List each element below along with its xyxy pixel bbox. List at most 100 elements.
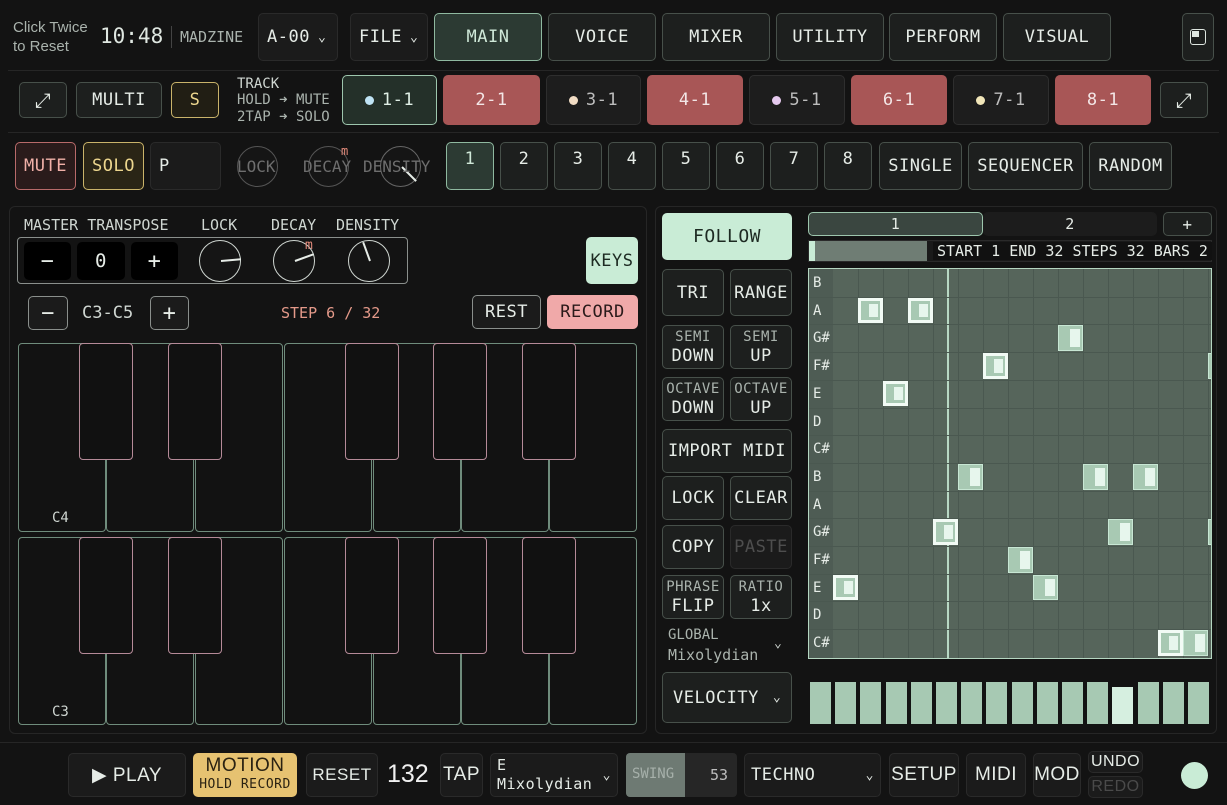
copy-button[interactable]: COPY <box>662 525 724 569</box>
lock-button[interactable]: LOCK <box>662 476 724 520</box>
sequencer-note[interactable] <box>833 574 858 601</box>
black-key[interactable] <box>345 343 399 460</box>
velocity-bar[interactable] <box>1137 682 1159 724</box>
sequencer-button[interactable]: SEQUENCER <box>968 142 1083 190</box>
sequencer-note[interactable] <box>1108 519 1133 545</box>
pattern-field[interactable]: P <box>150 142 221 190</box>
keys-button[interactable]: KEYS <box>586 237 638 284</box>
step-4-button[interactable]: 4 <box>608 142 656 190</box>
expand-left-button[interactable]: ⤢ <box>19 82 67 118</box>
redo-button[interactable]: REDO <box>1088 776 1143 798</box>
octave-down-button[interactable]: OCTAVE DOWN <box>662 377 724 421</box>
track-8-1[interactable]: 8-1 <box>1055 75 1151 125</box>
play-button[interactable]: ▶ PLAY <box>68 753 186 797</box>
phrase-flip-button[interactable]: PHRASE FLIP <box>662 575 724 619</box>
velocity-bar[interactable] <box>910 682 932 724</box>
sequencer-note[interactable] <box>1183 630 1208 656</box>
multi-button[interactable]: MULTI <box>76 82 162 118</box>
transpose-minus-button[interactable]: − <box>24 242 71 280</box>
solo-button[interactable]: SOLO <box>83 142 144 190</box>
step-3-button[interactable]: 3 <box>554 142 602 190</box>
tab-mixer[interactable]: MIXER <box>662 13 770 61</box>
tab-visual[interactable]: VISUAL <box>1003 13 1111 61</box>
velocity-bar[interactable] <box>936 682 957 724</box>
global-scale-select[interactable]: GLOBAL Mixolydian ⌄ <box>662 624 792 666</box>
velocity-bar[interactable] <box>835 682 857 724</box>
note-grid[interactable]: B A G# F# E D C# B A G# F# E D C# <box>808 268 1212 659</box>
setup-button[interactable]: SETUP <box>889 753 959 797</box>
black-key[interactable] <box>433 537 487 654</box>
velocity-bar[interactable] <box>961 682 983 724</box>
sequencer-note[interactable] <box>883 380 908 407</box>
page-1-tab[interactable]: 1 <box>808 212 983 236</box>
velocity-bar[interactable] <box>885 682 907 724</box>
tap-button[interactable]: TAP <box>440 753 483 797</box>
bpm-value[interactable]: 132 <box>387 760 429 789</box>
ratio-button[interactable]: RATIO 1x <box>730 575 792 619</box>
undo-button[interactable]: UNDO <box>1088 751 1143 773</box>
step-8-button[interactable]: 8 <box>824 142 872 190</box>
step-6-button[interactable]: 6 <box>716 142 764 190</box>
s-button[interactable]: S <box>171 82 219 118</box>
expand-right-button[interactable]: ⤢ <box>1160 82 1208 118</box>
lock-knob[interactable] <box>199 240 242 282</box>
page-2-tab[interactable]: 2 <box>983 212 1157 236</box>
sequencer-note[interactable] <box>1008 547 1033 573</box>
tab-utility[interactable]: UTILITY <box>776 13 884 61</box>
import-midi-button[interactable]: IMPORT MIDI <box>662 429 792 473</box>
sequencer-note[interactable] <box>983 353 1008 379</box>
semi-down-button[interactable]: SEMI DOWN <box>662 325 724 369</box>
tab-perform[interactable]: PERFORM <box>889 13 997 61</box>
semi-up-button[interactable]: SEMI UP <box>730 325 792 369</box>
sequencer-note[interactable] <box>1158 630 1183 656</box>
velocity-bar[interactable] <box>1087 682 1109 724</box>
rest-button[interactable]: REST <box>472 295 541 329</box>
track-7-1[interactable]: 7-1 <box>953 75 1049 125</box>
velocity-bar[interactable] <box>986 682 1008 724</box>
octave-up-button[interactable]: OCTAVE UP <box>730 377 792 421</box>
tab-voice[interactable]: VOICE <box>548 13 656 61</box>
loop-handle[interactable] <box>809 241 815 261</box>
style-select[interactable]: TECHNO ⌄ <box>744 753 881 797</box>
clock[interactable]: 10:48 <box>100 24 163 48</box>
track-4-1[interactable]: 4-1 <box>647 75 743 125</box>
sequencer-note[interactable] <box>933 519 958 545</box>
add-page-button[interactable]: + <box>1163 212 1212 236</box>
black-key[interactable] <box>345 537 399 654</box>
track-2-1[interactable]: 2-1 <box>443 75 540 125</box>
sequencer-note[interactable] <box>1208 353 1211 379</box>
velocity-bar[interactable] <box>1036 682 1058 724</box>
velocity-bar[interactable] <box>1011 682 1033 724</box>
velocity-bar[interactable] <box>1188 682 1209 724</box>
reset-button[interactable]: RESET <box>306 753 378 797</box>
follow-button[interactable]: FOLLOW <box>662 213 792 260</box>
single-button[interactable]: SINGLE <box>879 142 962 190</box>
range-minus-button[interactable]: − <box>28 296 68 330</box>
velocity-bar[interactable] <box>1062 682 1083 724</box>
black-key[interactable] <box>522 343 576 460</box>
sequencer-note[interactable] <box>908 297 933 324</box>
velocity-select[interactable]: VELOCITY ⌄ <box>662 672 792 723</box>
range-plus-button[interactable]: + <box>150 296 189 330</box>
black-key[interactable] <box>433 343 487 460</box>
track-5-1[interactable]: 5-1 <box>749 75 845 125</box>
midi-button[interactable]: MIDI <box>966 753 1026 797</box>
swing-slider[interactable]: SWING 53 <box>626 753 737 797</box>
sequencer-note[interactable] <box>1083 463 1108 490</box>
mod-button[interactable]: MOD <box>1033 753 1081 797</box>
sequencer-note[interactable] <box>1033 574 1058 601</box>
preset-select[interactable]: A-00 ⌄ <box>258 13 338 61</box>
window-toggle-button[interactable] <box>1182 13 1214 61</box>
sequencer-note[interactable] <box>958 463 983 490</box>
velocity-lane[interactable] <box>808 670 1212 724</box>
step-1-button[interactable]: 1 <box>446 142 494 190</box>
tri-button[interactable]: TRI <box>662 269 724 316</box>
velocity-bar[interactable] <box>810 682 831 724</box>
velocity-bar[interactable] <box>1112 687 1134 724</box>
black-key[interactable] <box>79 537 133 654</box>
velocity-bar[interactable] <box>860 682 882 724</box>
paste-button[interactable]: PASTE <box>730 525 792 569</box>
tab-main[interactable]: MAIN <box>434 13 542 61</box>
transpose-plus-button[interactable]: + <box>131 242 178 280</box>
status-indicator[interactable] <box>1181 762 1208 789</box>
